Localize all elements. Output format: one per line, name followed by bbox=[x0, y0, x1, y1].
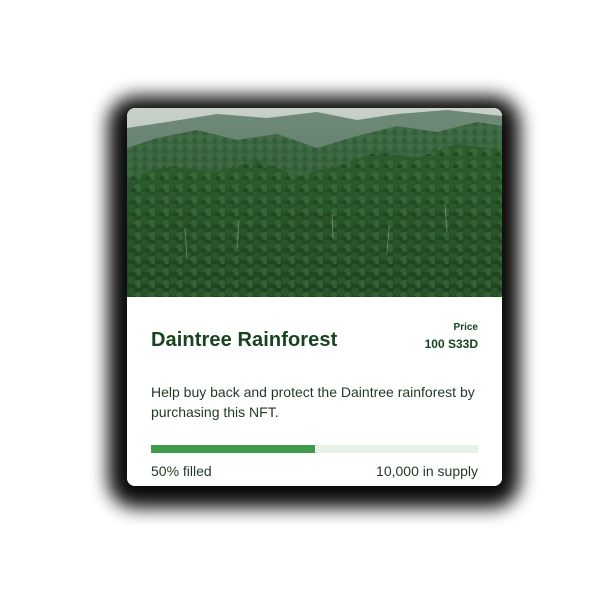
nft-card[interactable]: Daintree Rainforest Price 100 S33D Help … bbox=[127, 108, 502, 486]
progress-filled-text: 50% filled bbox=[151, 463, 212, 479]
card-title: Daintree Rainforest bbox=[151, 329, 338, 351]
progress-bar bbox=[151, 445, 478, 453]
rainforest-image bbox=[127, 108, 502, 297]
price-label: Price bbox=[453, 322, 478, 333]
price-value: 100 S33D bbox=[424, 337, 478, 351]
card-description: Help buy back and protect the Daintree r… bbox=[151, 384, 475, 420]
card-body: Daintree Rainforest Price 100 S33D Help … bbox=[127, 297, 502, 486]
progress-fill bbox=[151, 445, 315, 453]
supply-text: 10,000 in supply bbox=[376, 463, 478, 479]
